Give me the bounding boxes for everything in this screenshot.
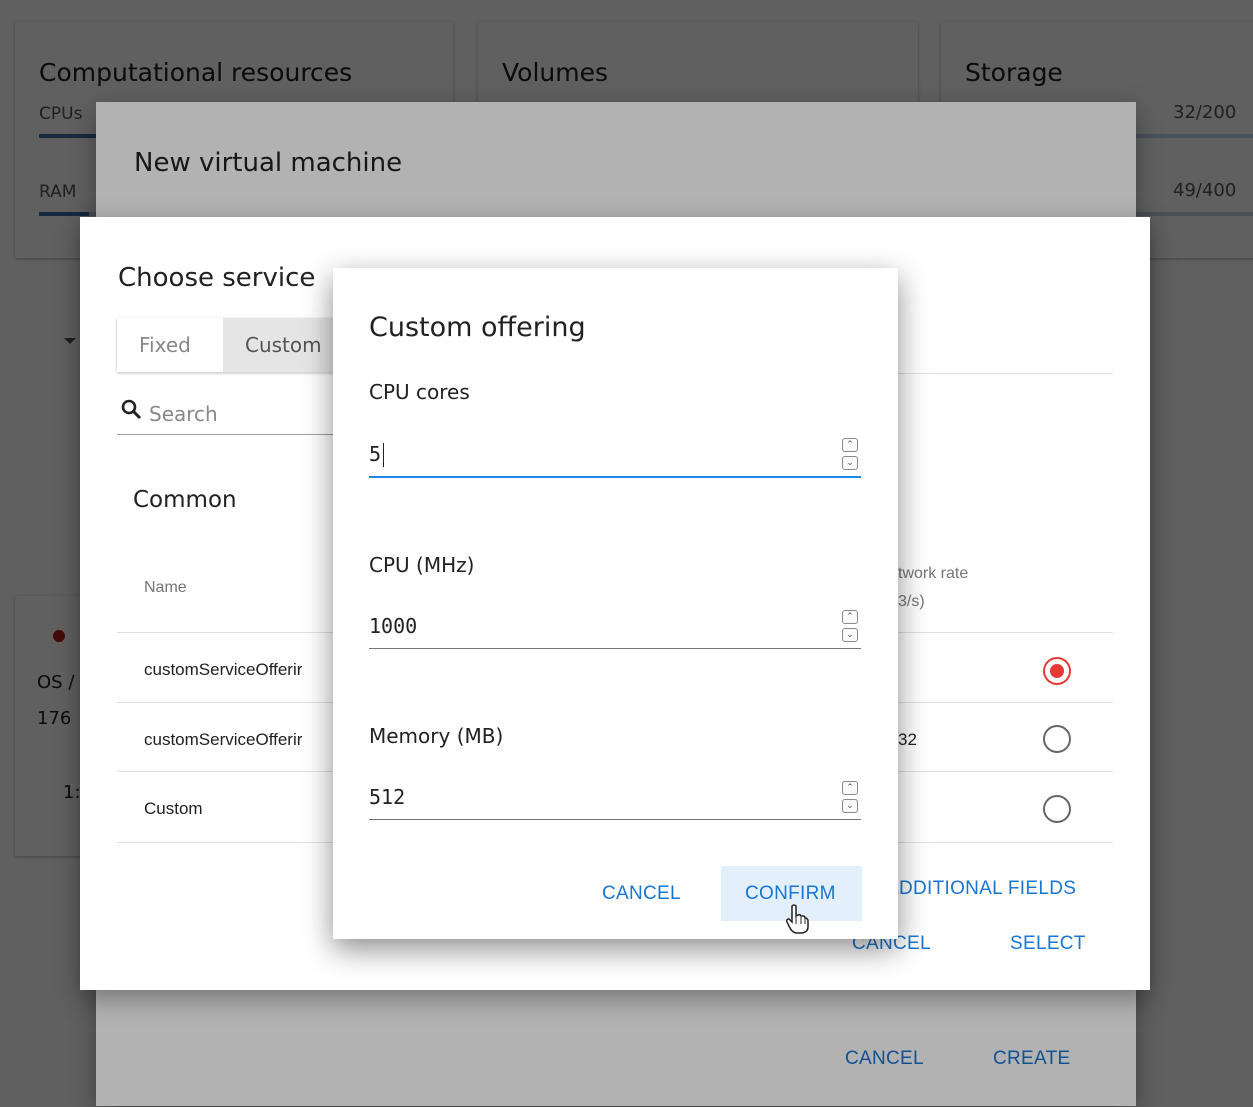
number-stepper[interactable]: ⌃ ⌄ — [841, 608, 861, 646]
memory-input[interactable]: 512 ⌃ ⌄ — [369, 779, 861, 820]
memory-value: 512 — [369, 785, 406, 809]
number-stepper[interactable]: ⌃ ⌄ — [841, 436, 861, 474]
decrement-icon[interactable]: ⌄ — [842, 799, 858, 813]
column-header-name: Name — [144, 579, 187, 596]
memory-label: Memory (MB) — [369, 724, 504, 748]
increment-icon[interactable]: ⌃ — [842, 781, 858, 795]
table-row-name[interactable]: customServiceOfferir — [144, 660, 302, 680]
cpu-mhz-input[interactable]: 1000 ⌃ ⌄ — [369, 608, 861, 649]
offering-tabs: Fixed Custom — [117, 318, 407, 372]
search-placeholder: Search — [149, 402, 218, 426]
number-stepper[interactable]: ⌃ ⌄ — [841, 779, 861, 817]
table-row-name[interactable]: Custom — [144, 799, 203, 819]
custom-cancel-button[interactable]: CANCEL — [602, 883, 681, 905]
additional-fields-button[interactable]: ADDITIONAL FIELDS — [886, 878, 1076, 900]
search-icon — [121, 398, 143, 422]
column-header-network: twork rate — [898, 565, 969, 582]
radio-button[interactable] — [1043, 725, 1071, 753]
cpu-cores-label: CPU cores — [369, 380, 470, 404]
radio-button[interactable] — [1043, 795, 1071, 823]
table-row-name[interactable]: customServiceOfferir — [144, 730, 302, 750]
increment-icon[interactable]: ⌃ — [842, 610, 858, 624]
dialog-title: Choose service — [118, 263, 316, 293]
cpu-mhz-label: CPU (MHz) — [369, 553, 475, 577]
cpu-cores-input[interactable]: 5 ⌃ ⌄ — [369, 436, 861, 478]
text-cursor — [383, 443, 384, 467]
custom-offering-dialog: Custom offering CPU cores 5 ⌃ ⌄ CPU (MHz… — [333, 268, 898, 939]
increment-icon[interactable]: ⌃ — [842, 438, 858, 452]
column-header-network-unit: 3/s) — [898, 593, 925, 610]
decrement-icon[interactable]: ⌄ — [842, 628, 858, 642]
service-select-button[interactable]: SELECT — [1010, 933, 1086, 955]
search-input[interactable]: Search — [117, 390, 362, 435]
dialog-title: Custom offering — [369, 312, 586, 343]
confirm-button-label: CONFIRM — [745, 883, 836, 904]
tab-fixed[interactable]: Fixed — [117, 318, 223, 372]
decrement-icon[interactable]: ⌄ — [842, 456, 858, 470]
radio-button-selected[interactable] — [1043, 657, 1071, 685]
hand-pointer-icon — [785, 904, 809, 934]
group-title: Common — [133, 487, 237, 513]
table-row-network: 32 — [898, 730, 917, 749]
cpu-cores-value: 5 — [369, 442, 382, 466]
cpu-mhz-value: 1000 — [369, 614, 418, 638]
